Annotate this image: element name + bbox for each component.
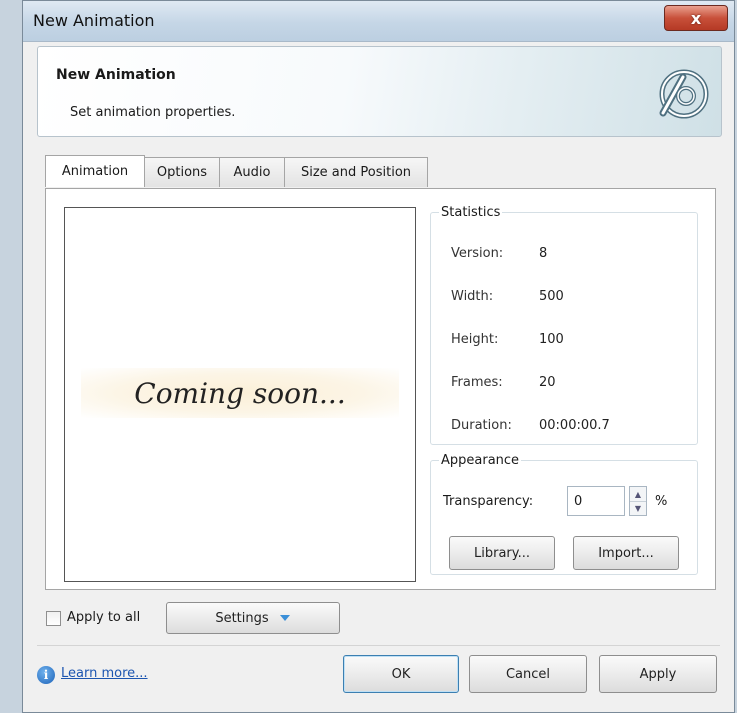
info-icon: i <box>37 666 55 684</box>
tab-animation-label: Animation <box>61 164 129 179</box>
footer-divider <box>37 645 720 646</box>
appearance-group: Appearance Transparency: 0 ▲ ▼ % Library… <box>430 453 698 575</box>
cancel-button-label: Cancel <box>505 666 551 682</box>
apply-to-all-label: Apply to all <box>67 610 141 625</box>
height-label: Height: <box>451 332 499 347</box>
import-button[interactable]: Import... <box>573 536 679 570</box>
header-title: New Animation <box>56 67 176 83</box>
tab-animation[interactable]: Animation <box>45 155 145 187</box>
transparency-unit: % <box>655 494 668 509</box>
cancel-button[interactable]: Cancel <box>469 655 587 693</box>
apply-to-all-checkbox[interactable] <box>46 611 61 626</box>
chevron-down-icon <box>279 615 290 621</box>
transparency-label: Transparency: <box>443 494 534 509</box>
window-title: New Animation <box>33 11 155 30</box>
learn-more-link[interactable]: Learn more... <box>61 666 148 681</box>
close-button[interactable]: x <box>664 5 728 31</box>
animation-logo-icon <box>659 69 709 119</box>
statistics-legend: Statistics <box>441 205 501 220</box>
transparency-spinner[interactable]: ▲ ▼ <box>629 486 647 516</box>
tab-options[interactable]: Options <box>144 157 220 187</box>
width-value: 500 <box>539 289 564 304</box>
appearance-legend: Appearance <box>441 453 520 468</box>
ok-button[interactable]: OK <box>343 655 459 693</box>
header-subtitle: Set animation properties. <box>70 105 236 120</box>
library-button[interactable]: Library... <box>449 536 555 570</box>
settings-button-label: Settings <box>215 610 269 626</box>
apply-button[interactable]: Apply <box>599 655 717 693</box>
spin-up-icon[interactable]: ▲ <box>630 487 646 502</box>
tab-audio[interactable]: Audio <box>219 157 285 187</box>
dialog-window: New Animation x New Animation Set animat… <box>22 0 735 713</box>
tab-size-and-position-label: Size and Position <box>300 165 412 180</box>
width-label: Width: <box>451 289 494 304</box>
animation-tab-panel: Coming soon... Statistics Version: 8 Wid… <box>45 188 716 590</box>
library-button-label: Library... <box>474 545 530 561</box>
duration-value: 00:00:00.7 <box>539 418 610 433</box>
spin-down-icon[interactable]: ▼ <box>630 501 646 515</box>
import-button-label: Import... <box>598 545 654 561</box>
title-bar[interactable]: New Animation x <box>23 1 734 42</box>
height-value: 100 <box>539 332 564 347</box>
tab-audio-label: Audio <box>233 165 271 180</box>
ok-button-label: OK <box>391 666 411 682</box>
header-banner: New Animation Set animation properties. <box>37 46 722 137</box>
tab-options-label: Options <box>156 165 208 180</box>
frames-value: 20 <box>539 375 556 390</box>
apply-button-label: Apply <box>639 666 677 682</box>
animation-preview: Coming soon... <box>64 207 416 582</box>
version-label: Version: <box>451 246 504 261</box>
close-icon: x <box>690 8 702 28</box>
frames-label: Frames: <box>451 375 503 390</box>
settings-dropdown-button[interactable]: Settings <box>166 602 340 634</box>
statistics-group: Statistics Version: 8 Width: 500 Height:… <box>430 205 698 445</box>
tab-size-and-position[interactable]: Size and Position <box>284 157 428 187</box>
transparency-input[interactable]: 0 <box>567 486 625 516</box>
duration-label: Duration: <box>451 418 512 433</box>
preview-placeholder-text: Coming soon... <box>81 368 399 418</box>
version-value: 8 <box>539 246 548 261</box>
transparency-value: 0 <box>574 493 583 509</box>
